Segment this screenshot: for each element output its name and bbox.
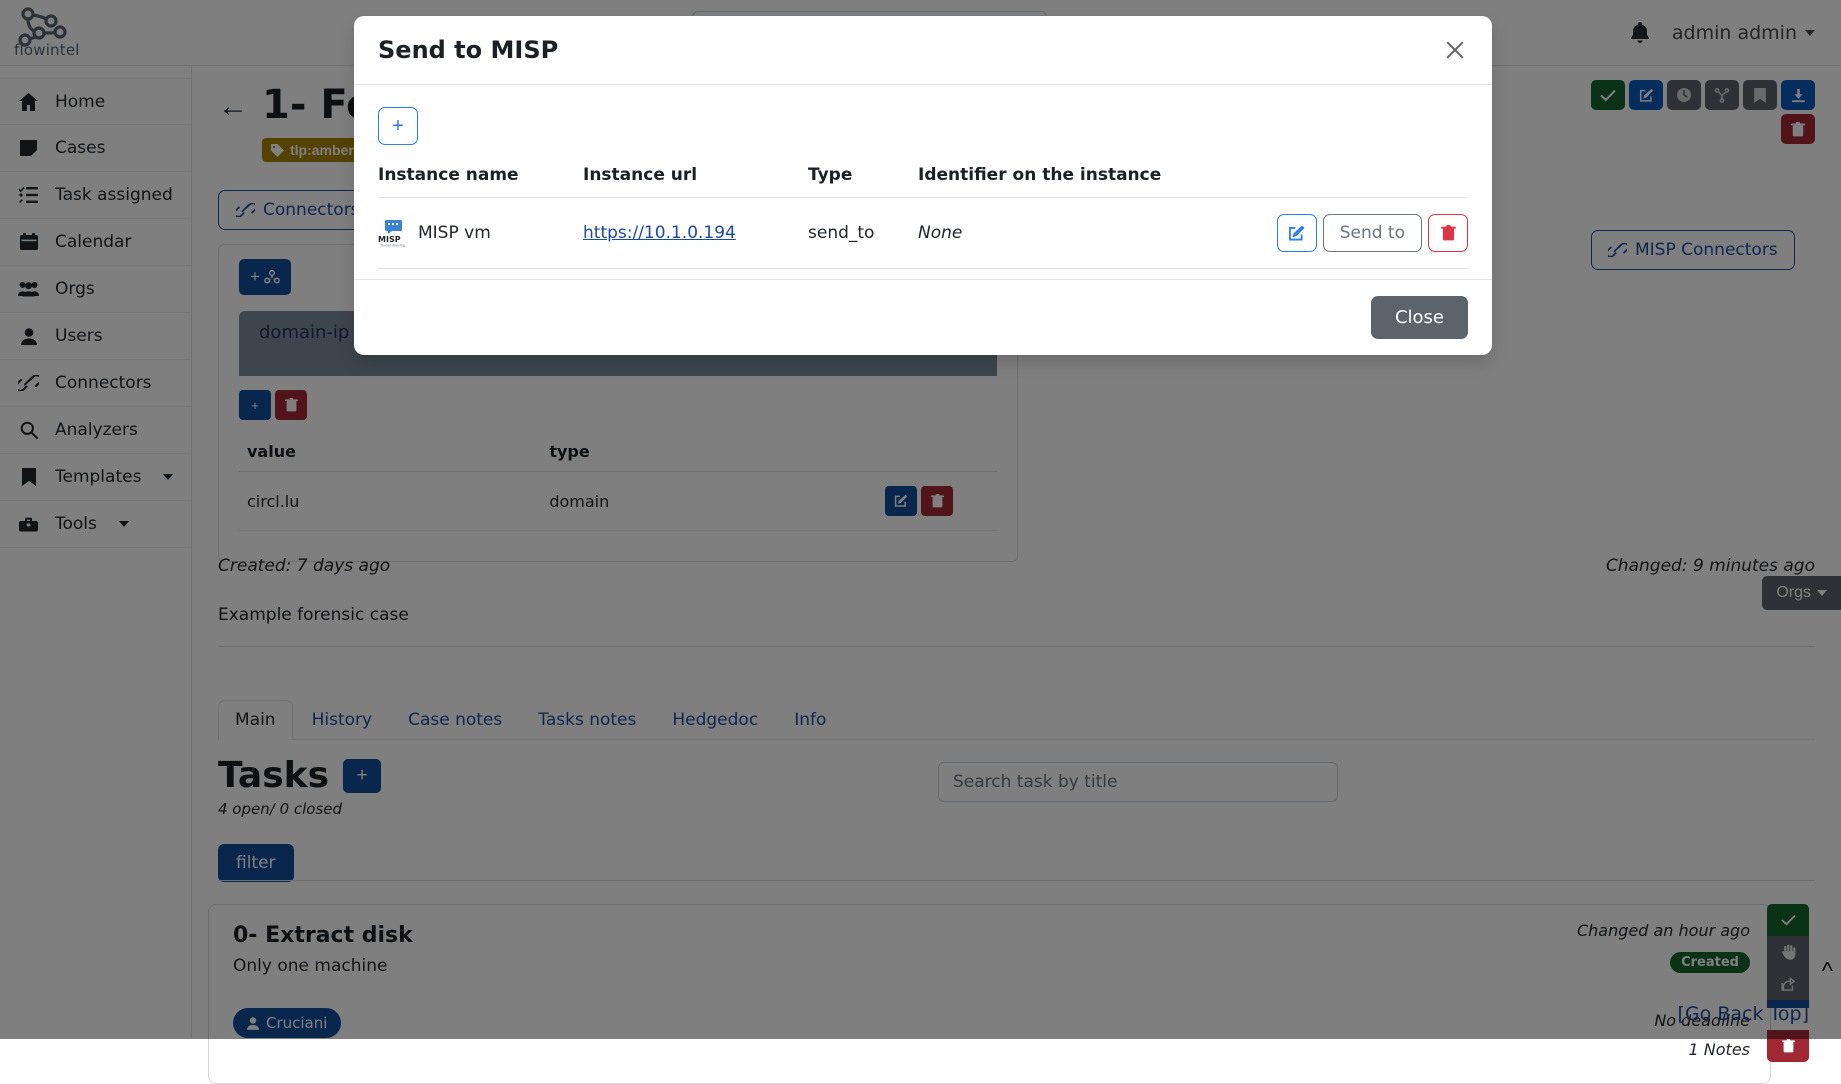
close-icon[interactable] <box>1442 37 1468 63</box>
edit-instance-button[interactable] <box>1277 214 1317 252</box>
close-button[interactable]: Close <box>1371 296 1468 339</box>
cell-instance-url: https://10.1.0.194 <box>583 198 808 269</box>
cell-identifier: None <box>918 198 1253 269</box>
send-to-button[interactable]: Send to <box>1323 214 1422 252</box>
col-type: Type <box>808 161 918 198</box>
table-row: MISP Threat Sharing MISP vm https://10.1… <box>378 198 1468 269</box>
add-instance-button[interactable]: + <box>378 107 418 145</box>
misp-table-header: Instance name Instance url Type Identifi… <box>378 161 1468 198</box>
modal-footer: Close <box>354 279 1492 355</box>
trash-icon <box>1782 1039 1795 1053</box>
misp-instances-table: Instance name Instance url Type Identifi… <box>378 161 1468 269</box>
cell-type: send_to <box>808 198 918 269</box>
edit-icon <box>1288 225 1305 242</box>
instance-url-link[interactable]: https://10.1.0.194 <box>583 223 736 243</box>
send-to-misp-modal: Send to MISP + Instance name Instance ur… <box>354 16 1492 355</box>
cell-actions: Send to <box>1253 198 1468 269</box>
task-notes-count: 1 Notes <box>1577 1040 1750 1059</box>
col-identifier: Identifier on the instance <box>918 161 1253 198</box>
modal-header: Send to MISP <box>354 16 1492 85</box>
svg-text:Threat Sharing: Threat Sharing <box>379 243 405 247</box>
cell-instance-name: MISP Threat Sharing MISP vm <box>378 198 583 269</box>
col-instance-url: Instance url <box>583 161 808 198</box>
misp-logo-icon: MISP Threat Sharing <box>378 219 408 247</box>
modal-body: + Instance name Instance url Type Identi… <box>354 85 1492 279</box>
delete-instance-button[interactable] <box>1428 214 1468 252</box>
modal-title: Send to MISP <box>378 36 558 64</box>
trash-icon <box>1441 225 1456 241</box>
col-instance-name: Instance name <box>378 161 583 198</box>
instance-name-text: MISP vm <box>418 223 491 243</box>
